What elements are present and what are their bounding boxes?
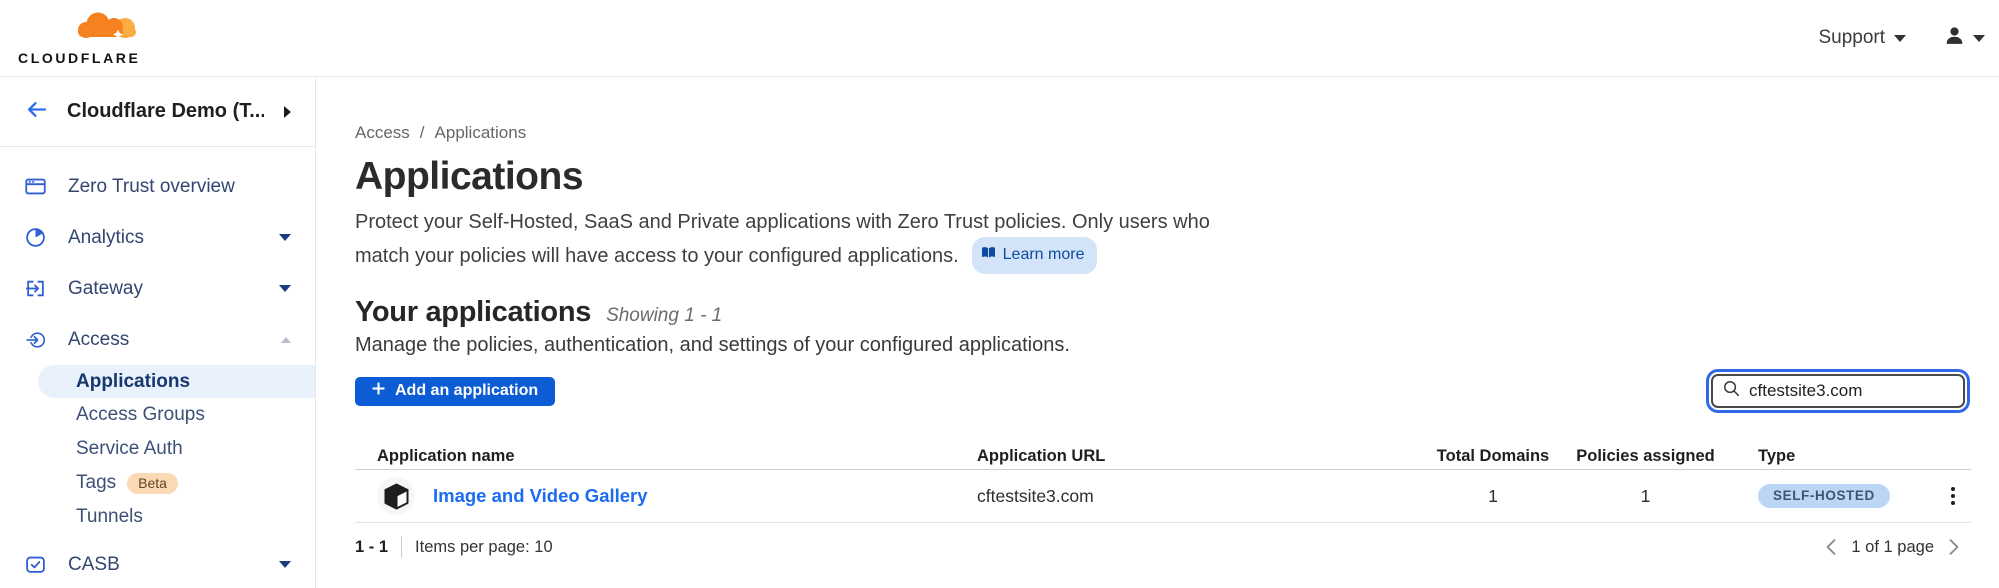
section-header: Your applications Showing 1 - 1 xyxy=(355,296,1971,329)
search-input[interactable] xyxy=(1749,381,1953,401)
breadcrumb-separator: / xyxy=(420,123,425,143)
sidebar: Cloudflare Demo (T... Zero Trust overvie… xyxy=(0,77,316,588)
description-line-1: Protect your Self-Hosted, SaaS and Priva… xyxy=(355,207,1971,237)
table-row: Image and Video Gallery cftestsite3.com … xyxy=(355,470,1971,523)
add-application-label: Add an application xyxy=(395,382,538,400)
sidebar-item-label: CASB xyxy=(68,554,120,576)
next-page-icon[interactable] xyxy=(1949,539,1959,555)
casb-check-icon xyxy=(25,554,46,575)
top-bar: CLOUDFLARE Support xyxy=(0,0,1999,77)
sidebar-item-label: Tags xyxy=(76,472,116,494)
breadcrumb: Access / Applications xyxy=(355,123,1971,143)
items-per-page-group: 1 - 1 Items per page: 10 xyxy=(355,536,553,558)
policies-assigned-cell: 1 xyxy=(1558,486,1733,507)
zero-trust-dashboard: CLOUDFLARE Support xyxy=(0,0,1999,588)
sidebar-account-header: Cloudflare Demo (T... xyxy=(0,77,315,147)
sidebar-item-label: Access xyxy=(68,329,129,351)
account-name: Cloudflare Demo (T... xyxy=(67,100,264,123)
top-bar-right: Support xyxy=(1818,26,1985,50)
section-title: Your applications xyxy=(355,296,591,329)
support-menu[interactable]: Support xyxy=(1818,27,1906,49)
column-application-url: Application URL xyxy=(977,447,1428,466)
showing-count: Showing 1 - 1 xyxy=(606,305,722,327)
overview-window-icon xyxy=(25,176,46,197)
access-submenu: Applications Access Groups Service Auth … xyxy=(0,365,315,534)
application-name-link[interactable]: Image and Video Gallery xyxy=(433,485,648,507)
search-icon xyxy=(1723,380,1740,402)
learn-more-label: Learn more xyxy=(1003,240,1085,270)
beta-badge: Beta xyxy=(127,473,178,494)
toolbar: Add an application xyxy=(355,374,1971,408)
section-description: Manage the policies, authentication, and… xyxy=(355,334,1971,357)
table-header-row: Application name Application URL Total D… xyxy=(355,443,1971,470)
chevron-down-icon[interactable] xyxy=(279,234,291,241)
plus-icon xyxy=(372,382,385,400)
items-per-page-label[interactable]: Items per page: 10 xyxy=(415,538,553,557)
cloudflare-logo[interactable]: CLOUDFLARE xyxy=(18,11,140,66)
sidebar-item-access[interactable]: Access xyxy=(0,314,315,365)
search-box xyxy=(1711,374,1965,408)
user-menu[interactable] xyxy=(1944,26,1985,50)
cloudflare-logo-text: CLOUDFLARE xyxy=(18,50,140,66)
sidebar-item-label: Gateway xyxy=(68,278,143,300)
chevron-up-icon[interactable] xyxy=(281,337,291,343)
support-label: Support xyxy=(1818,27,1885,49)
pagination: 1 of 1 page xyxy=(1826,538,1959,557)
chevron-down-icon xyxy=(1894,35,1906,42)
column-type: Type xyxy=(1733,447,1971,466)
page-description: Protect your Self-Hosted, SaaS and Priva… xyxy=(355,207,1971,274)
learn-more-button[interactable]: Learn more xyxy=(972,237,1098,274)
application-name-cell: Image and Video Gallery xyxy=(355,477,977,515)
main-content: Access / Applications Applications Prote… xyxy=(317,77,1999,588)
sidebar-item-applications[interactable]: Applications xyxy=(38,365,315,398)
chevron-down-icon[interactable] xyxy=(279,561,291,568)
cloudflare-cloud-icon xyxy=(74,11,140,49)
divider xyxy=(401,536,402,558)
breadcrumb-applications[interactable]: Applications xyxy=(435,123,527,143)
sidebar-item-analytics[interactable]: Analytics xyxy=(0,212,315,263)
page-title: Applications xyxy=(355,155,1971,199)
breadcrumb-access[interactable]: Access xyxy=(355,123,410,143)
add-application-button[interactable]: Add an application xyxy=(355,377,555,406)
description-line-2: match your policies will have access to … xyxy=(355,241,959,271)
page-indicator: 1 of 1 page xyxy=(1851,538,1934,557)
sidebar-nav: Zero Trust overview Analytics xyxy=(0,147,315,588)
column-total-domains: Total Domains xyxy=(1428,447,1558,466)
result-range: 1 - 1 xyxy=(355,538,388,557)
sidebar-item-label: Access Groups xyxy=(76,404,205,426)
chevron-down-icon[interactable] xyxy=(279,285,291,292)
gateway-icon xyxy=(25,278,46,299)
sidebar-item-label: Applications xyxy=(76,371,190,393)
column-application-name: Application name xyxy=(355,447,977,466)
total-domains-cell: 1 xyxy=(1428,486,1558,507)
back-arrow-icon[interactable] xyxy=(26,101,47,123)
book-icon xyxy=(981,240,996,270)
sidebar-item-label: Tunnels xyxy=(76,506,143,528)
type-badge: SELF-HOSTED xyxy=(1758,484,1890,509)
table-footer: 1 - 1 Items per page: 10 1 of 1 page xyxy=(355,536,1971,558)
sidebar-item-zero-trust-overview[interactable]: Zero Trust overview xyxy=(0,161,315,212)
sidebar-item-tags[interactable]: Tags Beta xyxy=(0,466,315,500)
analytics-pie-icon xyxy=(25,227,46,248)
previous-page-icon[interactable] xyxy=(1826,539,1836,555)
applications-table: Application name Application URL Total D… xyxy=(355,443,1971,523)
application-cube-icon xyxy=(377,477,415,515)
expand-account-icon[interactable] xyxy=(284,106,291,118)
sidebar-item-gateway[interactable]: Gateway xyxy=(0,263,315,314)
sidebar-item-label: Zero Trust overview xyxy=(68,176,235,198)
sidebar-item-service-auth[interactable]: Service Auth xyxy=(0,432,315,466)
access-login-icon xyxy=(25,329,46,350)
application-url-cell: cftestsite3.com xyxy=(977,486,1428,507)
sidebar-item-access-groups[interactable]: Access Groups xyxy=(0,398,315,432)
sidebar-item-label: Analytics xyxy=(68,227,144,249)
column-policies-assigned: Policies assigned xyxy=(1558,447,1733,466)
chevron-down-icon xyxy=(1973,35,1985,42)
sidebar-item-label: Service Auth xyxy=(76,438,183,460)
type-cell: SELF-HOSTED xyxy=(1733,483,1971,509)
sidebar-item-tunnels[interactable]: Tunnels xyxy=(0,500,315,534)
user-avatar-icon xyxy=(1944,26,1965,50)
sidebar-item-casb[interactable]: CASB xyxy=(0,539,315,588)
row-actions-kebab-icon[interactable] xyxy=(1945,483,1961,509)
